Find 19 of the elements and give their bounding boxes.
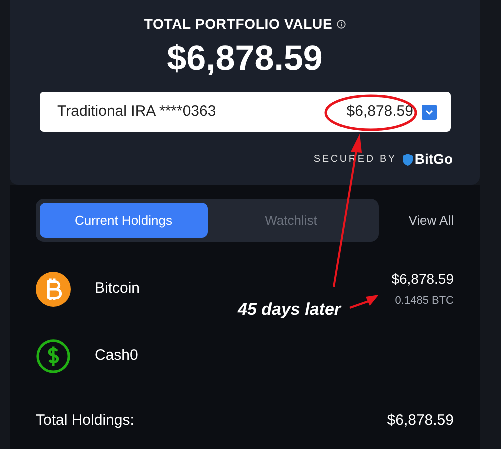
holding-value: $6,878.59 bbox=[392, 270, 454, 290]
brand-logo: BitGo bbox=[414, 150, 453, 169]
account-select[interactable]: Traditional IRA ****0363 $6,878.59 bbox=[40, 92, 450, 132]
holding-name: Bitcoin bbox=[95, 279, 142, 300]
total-holdings-value: $6,878.59 bbox=[387, 411, 454, 431]
bitcoin-icon bbox=[36, 272, 71, 307]
dollar-icon bbox=[36, 339, 71, 374]
shield-icon bbox=[402, 154, 413, 166]
holding-name: Cash0 bbox=[95, 346, 140, 366]
view-all-link[interactable]: View All bbox=[408, 210, 454, 230]
portfolio-value: $6,878.59 bbox=[167, 38, 323, 80]
holding-amount: 0.1485 BTC bbox=[395, 294, 454, 310]
info-icon bbox=[336, 20, 346, 29]
annotation-text: 45 days later bbox=[238, 300, 342, 320]
portfolio-title: TOTAL PORTFOLIO VALUE bbox=[144, 15, 333, 34]
tab[interactable]: Current Holdings bbox=[40, 203, 208, 238]
annotation-arrow bbox=[350, 295, 379, 309]
total-holdings-label: Total Holdings: bbox=[36, 411, 136, 431]
chevron-down-icon bbox=[422, 104, 436, 120]
